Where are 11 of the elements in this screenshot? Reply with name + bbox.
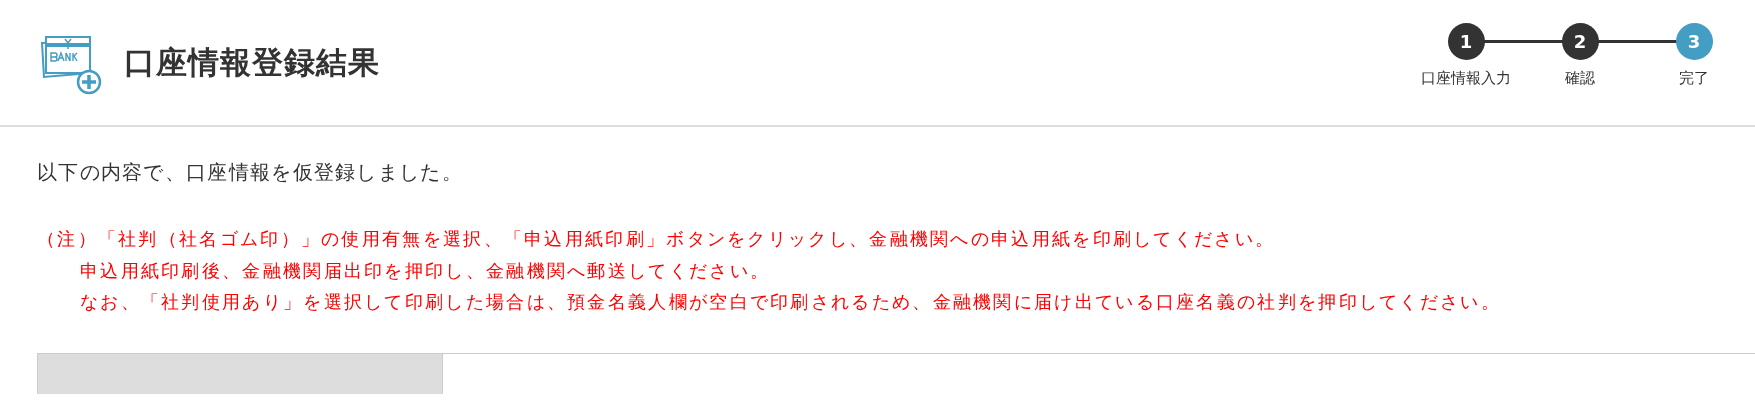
result-message: 以下の内容で、口座情報を仮登録しました。 [37,159,464,186]
note-text: 申込用紙印刷後、金融機関届出印を押印し、金融機関へ郵送してください。 [79,259,772,283]
page-title: 口座情報登録結果 [124,42,380,82]
note-text: （注）「社判（社名ゴム印）」の使用有無を選択、「申込用紙印刷」ボタンをクリックし、金融機関への申込用紙を印刷してください。 [37,228,1277,251]
step-label: 口座情報入力 [1421,68,1511,88]
step-label: 完了 [1679,68,1709,88]
step-label: 確認 [1565,68,1595,88]
step-number: 3 [1675,22,1713,60]
note-text: なお、「社判使用あり」を選択して印刷した場合は、預金名義人欄が空白で印刷されるため、金融機関に届け出ている口座名義の社判を押印してください。 [79,291,1502,314]
step-number: 2 [1561,22,1599,60]
step-number: 1 [1447,22,1485,60]
